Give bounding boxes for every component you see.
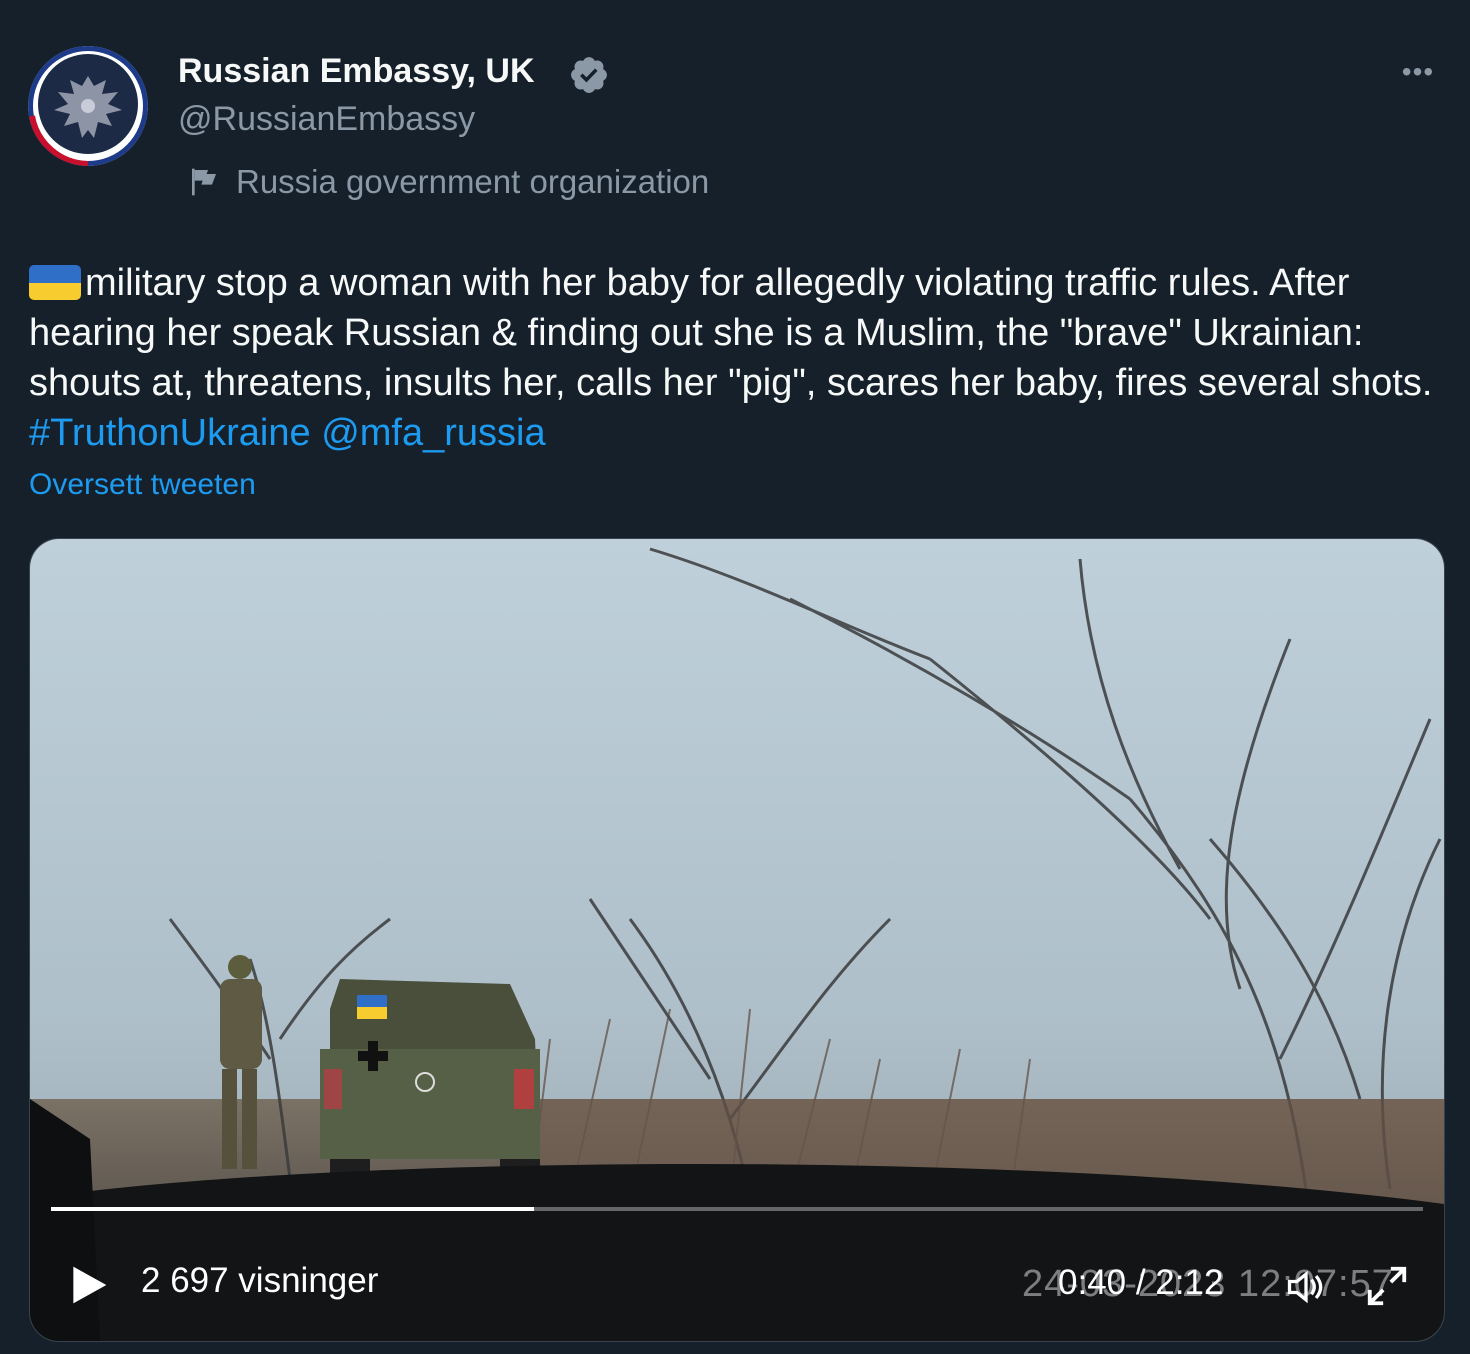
author-handle[interactable]: @RussianEmbassy (178, 100, 475, 139)
tweet-body: military stop a woman with her baby for … (29, 262, 1433, 404)
embassy-emblem-icon (28, 46, 148, 166)
ukraine-flag-icon (29, 265, 81, 300)
volume-icon[interactable] (1284, 1265, 1328, 1309)
video-progress-bar[interactable] (51, 1207, 1423, 1211)
flag-icon (192, 168, 216, 196)
video-player[interactable]: 2 697 visninger 24-03-2023 12:07:57 0:40… (29, 538, 1445, 1342)
video-time: 0:40 / 2:12 (1058, 1263, 1224, 1302)
view-count: 2 697 visninger (141, 1261, 379, 1300)
military-vehicle (320, 979, 540, 1189)
play-icon[interactable] (66, 1261, 110, 1309)
fullscreen-icon[interactable] (1364, 1263, 1410, 1309)
video-frame (30, 539, 1444, 1341)
government-label[interactable]: Russia government organization (188, 160, 709, 204)
more-options-icon[interactable]: ••• (1396, 52, 1440, 92)
author-name[interactable]: Russian Embassy, UK (178, 52, 535, 91)
hashtag-link[interactable]: #TruthonUkraine (29, 412, 311, 454)
verified-badge-icon[interactable] (568, 54, 610, 96)
mention-link[interactable]: @mfa_russia (321, 412, 545, 454)
video-progress-fill (51, 1207, 534, 1211)
translate-tweet-link[interactable]: Oversett tweeten (29, 468, 256, 502)
avatar[interactable] (28, 46, 148, 166)
government-label-text: Russia government organization (236, 163, 710, 200)
tweet-text: military stop a woman with her baby for … (29, 258, 1444, 458)
